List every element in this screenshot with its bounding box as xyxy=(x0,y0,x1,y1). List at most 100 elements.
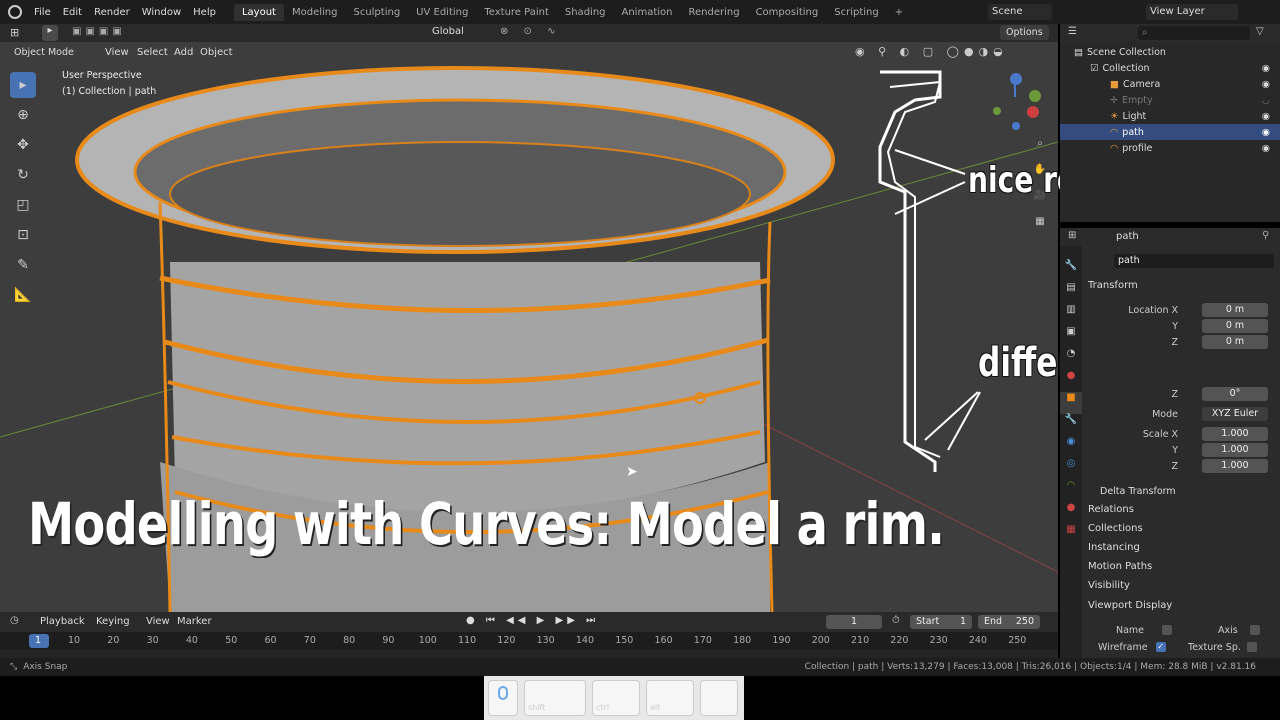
pin-icon[interactable]: ⚲ xyxy=(1262,230,1269,241)
timeline-view-menu[interactable]: View xyxy=(146,616,170,627)
measure-tool-icon[interactable]: 📐 xyxy=(10,282,36,308)
location-z-field[interactable]: 0 m xyxy=(1202,335,1268,349)
rotation-mode-dropdown[interactable]: XYZ Euler xyxy=(1202,407,1268,421)
tab-layout[interactable]: Layout xyxy=(233,3,284,21)
timeline-editor-icon[interactable]: ◷ xyxy=(10,615,19,626)
object-tab-icon[interactable]: ■ xyxy=(1060,392,1082,414)
add-workspace-icon[interactable]: + xyxy=(887,4,911,21)
clock-icon[interactable]: ⏱ xyxy=(892,615,900,626)
start-frame-field[interactable]: Start 1 xyxy=(910,615,972,629)
timeline[interactable]: ◷ Playback Keying View Marker ● ⏮ ◀◀ ▶ ▶… xyxy=(0,612,1058,658)
tab-shading[interactable]: Shading xyxy=(557,4,614,21)
outliner-item-light[interactable]: ☀ Light ◉ xyxy=(1060,108,1280,124)
tab-sculpting[interactable]: Sculpting xyxy=(345,4,408,21)
viewport-display-section[interactable]: Viewport Display xyxy=(1088,596,1172,615)
filter-icon[interactable]: ▽ xyxy=(1256,26,1264,37)
annotate-tool-icon[interactable]: ✎ xyxy=(10,252,36,278)
menu-render[interactable]: Render xyxy=(88,7,136,18)
visibility-icon[interactable]: ◉ xyxy=(1262,111,1270,122)
object-mode-dropdown[interactable]: Object Mode xyxy=(8,45,94,60)
current-frame-field[interactable]: 1 xyxy=(826,615,882,629)
outliner-item-camera[interactable]: ■ Camera ◉ xyxy=(1060,76,1280,92)
outliner-item-empty[interactable]: ✛ Empty ◡ xyxy=(1060,92,1280,108)
physics-tab-icon[interactable]: ◎ xyxy=(1060,458,1082,480)
display-texture-space-checkbox[interactable] xyxy=(1246,642,1257,652)
outliner-search[interactable]: ⌕ xyxy=(1138,26,1250,40)
tab-modeling[interactable]: Modeling xyxy=(284,4,346,21)
visibility-icon[interactable]: ◉ xyxy=(1262,63,1270,74)
texture-tab-icon[interactable]: ▦ xyxy=(1060,524,1082,546)
outliner-scene-collection[interactable]: ▤ Scene Collection xyxy=(1060,44,1280,60)
tab-compositing[interactable]: Compositing xyxy=(748,4,827,21)
constraints-tab-icon[interactable]: ◠ xyxy=(1060,480,1082,502)
outliner-editor-icon[interactable]: ☰ xyxy=(1068,26,1077,37)
material-tab-icon[interactable]: ● xyxy=(1060,502,1082,524)
marker-menu[interactable]: Marker xyxy=(177,616,212,627)
rotate-tool-icon[interactable]: ↻ xyxy=(10,162,36,188)
object-name-field[interactable]: path xyxy=(1114,254,1274,268)
menu-object[interactable]: Object xyxy=(200,47,233,58)
ortho-toggle-icon[interactable]: ▦ xyxy=(1030,216,1050,242)
scale-tool-icon[interactable]: ◰ xyxy=(10,192,36,218)
tab-uv-editing[interactable]: UV Editing xyxy=(408,4,476,21)
select-mode-icon[interactable]: ▸ xyxy=(42,25,58,41)
menu-help[interactable]: Help xyxy=(187,7,222,18)
world-tab-icon[interactable]: ● xyxy=(1060,370,1082,392)
checkbox-icon[interactable]: ☑ xyxy=(1090,63,1099,74)
scale-x-field[interactable]: 1.000 xyxy=(1202,427,1268,441)
outliner-item-profile[interactable]: ◠ profile ◉ xyxy=(1060,140,1280,156)
tab-texture-paint[interactable]: Texture Paint xyxy=(476,4,557,21)
view-layer-tab-icon[interactable]: ▣ xyxy=(1060,326,1082,348)
outliner-collection[interactable]: ☑ Collection ◉ xyxy=(1060,60,1280,76)
properties-editor-icon[interactable]: ⊞ xyxy=(1068,230,1076,241)
transform-tool-icon[interactable]: ⊡ xyxy=(10,222,36,248)
display-wireframe-checkbox[interactable]: ✓ xyxy=(1155,642,1166,652)
blender-logo-icon[interactable] xyxy=(8,5,22,19)
keying-menu[interactable]: Keying xyxy=(96,616,130,627)
menu-view[interactable]: View xyxy=(105,47,129,58)
tab-rendering[interactable]: Rendering xyxy=(680,4,747,21)
menu-add[interactable]: Add xyxy=(174,47,193,58)
location-x-field[interactable]: 0 m xyxy=(1202,303,1268,317)
end-frame-field[interactable]: End 250 xyxy=(978,615,1040,629)
scale-z-field[interactable]: 1.000 xyxy=(1202,459,1268,473)
orientation-dropdown[interactable]: Global xyxy=(432,26,464,37)
menu-window[interactable]: Window xyxy=(136,7,187,18)
scene-selector[interactable]: Scene xyxy=(988,4,1052,20)
instancing-section[interactable]: Instancing xyxy=(1088,538,1140,557)
view-layer-selector[interactable]: View Layer xyxy=(1146,4,1238,20)
tab-scripting[interactable]: Scripting xyxy=(826,4,886,21)
options-dropdown[interactable]: Options xyxy=(1000,25,1049,40)
output-tab-icon[interactable]: ▥ xyxy=(1060,304,1082,326)
visibility-off-icon[interactable]: ◡ xyxy=(1262,95,1270,106)
relations-section[interactable]: Relations xyxy=(1088,500,1134,519)
display-axis-checkbox[interactable] xyxy=(1249,625,1260,635)
location-y-field[interactable]: 0 m xyxy=(1202,319,1268,333)
display-name-checkbox[interactable] xyxy=(1162,625,1173,635)
menu-edit[interactable]: Edit xyxy=(57,7,88,18)
selection-boxes-icon[interactable]: ▣▣▣▣ xyxy=(72,26,148,40)
scene-tab-icon[interactable]: ◔ xyxy=(1060,348,1082,370)
rotation-z-field[interactable]: 0° xyxy=(1202,387,1268,401)
transform-icons[interactable]: ⊗ ⊙ ∿ xyxy=(500,26,562,37)
scale-y-field[interactable]: 1.000 xyxy=(1202,443,1268,457)
visibility-icon[interactable]: ◉ xyxy=(1262,79,1270,90)
editor-type-icon[interactable]: ⊞ xyxy=(10,26,28,40)
tab-animation[interactable]: Animation xyxy=(614,4,681,21)
particles-tab-icon[interactable]: ◉ xyxy=(1060,436,1082,458)
delta-transform-section[interactable]: Delta Transform xyxy=(1100,482,1176,501)
menu-file[interactable]: File xyxy=(28,7,57,18)
collections-section[interactable]: Collections xyxy=(1088,519,1143,538)
select-tool-icon[interactable]: ▸ xyxy=(10,72,36,98)
menu-select[interactable]: Select xyxy=(137,47,168,58)
shading-mode-icons[interactable]: ◉ ⚲ ◐ ▢ ◯●◑◒ xyxy=(855,45,1008,58)
move-tool-icon[interactable]: ✥ xyxy=(10,132,36,158)
transform-section[interactable]: Transform xyxy=(1088,276,1138,295)
tool-tab-icon[interactable]: 🔧 xyxy=(1060,260,1082,282)
playback-controls-icon[interactable]: ● ⏮ ◀◀ ▶ ▶▶ ⏭ xyxy=(466,615,599,626)
playback-menu[interactable]: Playback xyxy=(40,616,85,627)
outliner-item-path[interactable]: ◠ path ◉ xyxy=(1060,124,1280,140)
modifier-tab-icon[interactable]: 🔧 xyxy=(1060,414,1082,436)
cursor-tool-icon[interactable]: ⊕ xyxy=(10,102,36,128)
visibility-icon[interactable]: ◉ xyxy=(1262,127,1270,138)
